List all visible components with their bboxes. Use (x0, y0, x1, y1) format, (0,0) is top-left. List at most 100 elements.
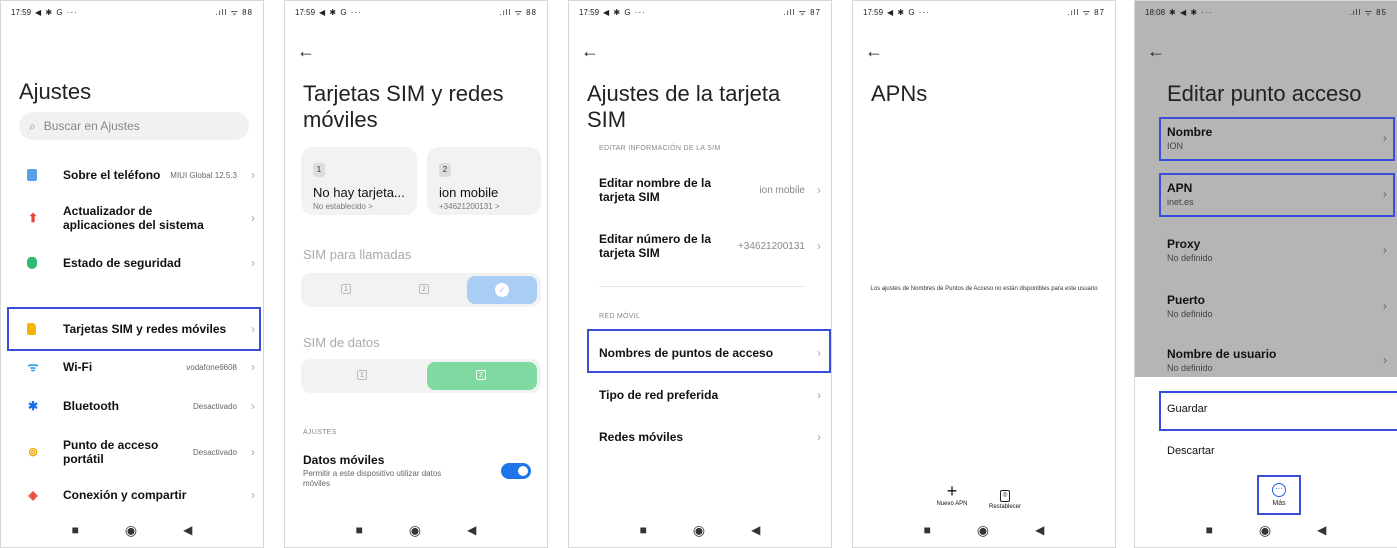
mobile-data-toggle[interactable] (501, 463, 531, 479)
settings-item-wifi[interactable]: ᯤ Wi-Fi vodafone6608 › (1, 359, 263, 375)
status-time: 17:59 (863, 7, 884, 17)
chevron-right-icon: › (817, 183, 821, 197)
back-nav-button[interactable]: ◀ (183, 523, 192, 537)
new-apn-button[interactable]: + Nuevo APN (931, 482, 973, 507)
edit-sim-name-row[interactable]: Editar nombre de la tarjeta SIM ion mobi… (569, 175, 831, 205)
status-right-icons: .ıll ᯤ 88 (215, 7, 253, 17)
sim-option-1[interactable]: 1 (341, 284, 351, 294)
recents-button[interactable]: ■ (640, 523, 647, 537)
status-bar: 18:08 ✱ ◀ ✱ ··· .ıll ᯤ 85 (1135, 1, 1397, 23)
unavailable-message: Los ajustes de Nombres de Puntos de Acce… (870, 286, 1098, 292)
discard-option[interactable]: Descartar (1167, 445, 1215, 457)
settings-screen: 17:59 ◀ ✱ G ··· .ıll ᯤ 88 Ajustes ⌕ Busc… (0, 0, 264, 548)
check-icon: ✓ (495, 283, 509, 297)
search-icon: ⌕ (29, 118, 36, 133)
reset-icon: ◎ (1000, 490, 1010, 502)
sim-option-1[interactable]: 1 (357, 370, 367, 380)
home-button[interactable]: ◉ (125, 522, 137, 539)
chevron-right-icon: › (251, 399, 255, 413)
home-button[interactable]: ◉ (409, 522, 421, 539)
status-bar: 17:59 ◀ ✱ G ··· .ıll ᯤ 87 (569, 1, 831, 23)
status-time: 17:59 (579, 7, 600, 17)
sim-slot-badge: 1 (313, 163, 325, 177)
data-sim-title: SIM de datos (303, 335, 380, 350)
item-value: vodafone6608 (186, 362, 237, 372)
edit-sim-number-row[interactable]: Editar número de la tarjeta SIM +3462120… (569, 231, 831, 261)
share-icon: ◈ (28, 488, 38, 502)
recents-button[interactable]: ■ (72, 523, 79, 537)
field-nombre-usuario[interactable]: Nombre de usuario No definido › (1167, 347, 1387, 373)
recents-button[interactable]: ■ (924, 523, 931, 537)
mobile-data-desc: Permitir a este dispositivo utilizar dat… (303, 469, 442, 488)
status-bar: 17:59 ◀ ✱ G ··· .ıll ᯤ 87 (853, 1, 1115, 23)
sim-card-2[interactable]: 2 ion mobile +34621200131 > (427, 147, 541, 215)
status-time: 17:59 (295, 7, 316, 17)
sim-card-1[interactable]: 1 No hay tarjeta... No establecido > (301, 147, 417, 215)
mobile-data-row[interactable]: Datos móviles Permitir a este dispositiv… (303, 453, 493, 489)
search-placeholder: Buscar en Ajustes (43, 119, 140, 133)
home-button[interactable]: ◉ (977, 522, 989, 539)
preferred-network-row[interactable]: Tipo de red preferida › (569, 387, 831, 403)
new-apn-label: Nuevo APN (936, 501, 968, 507)
field-key: Proxy (1167, 237, 1201, 251)
back-arrow-icon[interactable]: ← (1147, 41, 1165, 62)
status-right-icons: .ıll ᯤ 85 (1349, 7, 1387, 17)
calls-sim-selector[interactable]: 1 2 ✓ (301, 273, 541, 307)
sim-settings-screen: 17:59 ◀ ✱ G ··· .ıll ᯤ 87 ← Ajustes de l… (568, 0, 832, 548)
highlight-box (1159, 173, 1395, 217)
navigation-bar: ■ ◉ ◀ (285, 513, 547, 547)
field-puerto[interactable]: Puerto No definido › (1167, 293, 1387, 319)
settings-item-security-status[interactable]: Estado de seguridad › (1, 255, 263, 271)
data-sim-selector[interactable]: 1 2 (301, 359, 541, 393)
recents-button[interactable]: ■ (1206, 523, 1213, 537)
settings-item-bluetooth[interactable]: ✱ Bluetooth Desactivado › (1, 398, 263, 414)
recents-button[interactable]: ■ (356, 523, 363, 537)
navigation-bar: ■ ◉ ◀ (569, 513, 831, 547)
settings-item-hotspot[interactable]: ⊚ Punto de acceso portátil Desactivado › (1, 437, 263, 467)
field-key: Nombre de usuario (1167, 347, 1277, 361)
back-nav-button[interactable]: ◀ (1317, 523, 1326, 537)
row-label: Redes móviles (599, 430, 684, 444)
status-icons: ◀ ✱ G ··· (35, 7, 78, 17)
settings-item-system-updater[interactable]: ⬆ Actualizador de aplicaciones del siste… (1, 203, 263, 233)
back-nav-button[interactable]: ◀ (751, 523, 760, 537)
settings-item-connection-sharing[interactable]: ◈ Conexión y compartir › (1, 487, 263, 503)
sim-option-2-selected[interactable]: 2 (427, 362, 537, 390)
row-value: +34621200131 (737, 240, 805, 252)
back-nav-button[interactable]: ◀ (1035, 523, 1044, 537)
row-value: ion mobile (759, 184, 805, 196)
sim-subtitle: No establecido > (313, 202, 373, 211)
chevron-right-icon: › (251, 360, 255, 374)
hotspot-icon: ⊚ (27, 445, 39, 459)
field-value: No definido (1167, 309, 1213, 319)
item-value: MIUI Global 12.5.3 (170, 170, 237, 180)
highlight-box (1159, 117, 1395, 161)
auto-option-selected[interactable]: ✓ (467, 276, 537, 304)
home-button[interactable]: ◉ (693, 522, 705, 539)
network-caps: RED MÓVIL (599, 313, 641, 320)
search-input[interactable]: ⌕ Buscar en Ajustes (19, 112, 249, 140)
field-proxy[interactable]: Proxy No definido › (1167, 237, 1387, 263)
back-nav-button[interactable]: ◀ (467, 523, 476, 537)
status-right-icons: .ıll ᯤ 87 (783, 7, 821, 17)
page-title: Ajustes de la tarjeta SIM (587, 81, 781, 132)
status-bar: 17:59 ◀ ✱ G ··· .ıll ᯤ 88 (1, 1, 263, 23)
item-label: Punto de acceso portátil (63, 438, 159, 466)
home-button[interactable]: ◉ (1259, 522, 1271, 539)
mobile-networks-row[interactable]: Redes móviles › (569, 429, 831, 445)
back-arrow-icon[interactable]: ← (865, 41, 883, 62)
status-icons: ◀ ✱ G ··· (603, 7, 646, 17)
highlight-box (1257, 475, 1301, 515)
reset-button[interactable]: ◎ Restablecer (983, 483, 1027, 510)
field-value: No definido (1167, 363, 1213, 373)
sim-option-2[interactable]: 2 (419, 284, 429, 294)
chevron-right-icon: › (251, 211, 255, 225)
settings-item-about-phone[interactable]: Sobre el teléfono MIUI Global 12.5.3 › (1, 167, 263, 183)
back-arrow-icon[interactable]: ← (297, 41, 315, 62)
navigation-bar: ■ ◉ ◀ (1, 513, 263, 547)
sim-networks-screen: 17:59 ◀ ✱ G ··· .ıll ᯤ 88 ← Tarjetas SIM… (284, 0, 548, 548)
chevron-right-icon: › (251, 445, 255, 459)
status-time: 18:08 (1145, 7, 1166, 17)
back-arrow-icon[interactable]: ← (581, 41, 599, 62)
chevron-right-icon: › (817, 430, 821, 444)
